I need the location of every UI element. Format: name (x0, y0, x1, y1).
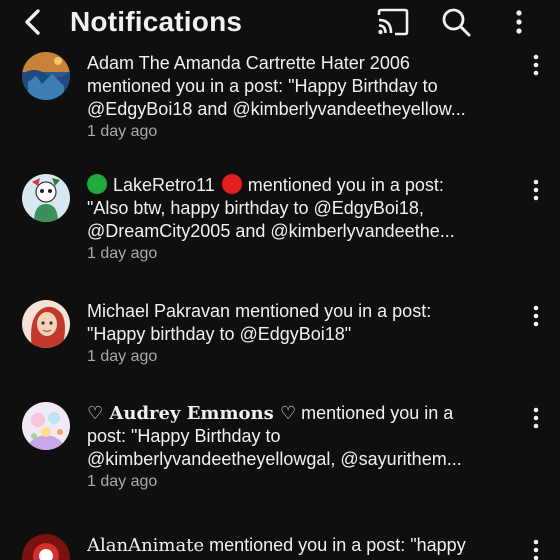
notification-line: ♡ Audrey Emmons ♡ mentioned you in a (87, 402, 517, 425)
notification-line: @EdgyBoi18 and @kimberlyvandeetheyellow.… (87, 99, 466, 119)
more-vert-icon[interactable] (503, 6, 535, 38)
notification-line: Adam The Amanda Cartrette Hater 2006 (87, 53, 410, 73)
more-vert-icon[interactable] (526, 53, 546, 77)
notification-text: ♡ Audrey Emmons ♡ mentioned you in a pos… (87, 402, 527, 492)
more-vert-icon[interactable] (526, 304, 546, 328)
notification-line: @kimberlyvandeetheyellowgal, @sayurithem… (87, 449, 462, 469)
notification-action: mentioned you in a post: "happy (204, 535, 466, 555)
notification-item[interactable]: LakeRetro11 mentioned you in a post: "Al… (0, 174, 560, 284)
avatar[interactable] (22, 402, 70, 450)
notification-text: LakeRetro11 mentioned you in a post: "Al… (87, 174, 527, 264)
notification-author: ♡ Audrey Emmons ♡ (87, 403, 297, 424)
back-arrow-icon[interactable] (18, 6, 50, 38)
notification-item[interactable]: ♡ Audrey Emmons ♡ mentioned you in a pos… (0, 402, 560, 512)
notification-line: post: "Happy Birthday to (87, 426, 281, 446)
avatar[interactable] (22, 534, 70, 560)
notification-item[interactable]: Adam The Amanda Cartrette Hater 2006 men… (0, 48, 560, 158)
notification-line: mentioned you in a post: "Happy Birthday… (87, 76, 438, 96)
green-circle-icon (87, 174, 107, 194)
notification-item[interactable]: Michael Pakravan mentioned you in a post… (0, 300, 560, 390)
more-vert-icon[interactable] (526, 538, 546, 560)
cast-icon[interactable] (376, 6, 409, 38)
search-icon[interactable] (440, 6, 472, 38)
notification-line: "Also btw, happy birthday to @EdgyBoi18, (87, 198, 424, 218)
notification-line: @DreamCity2005 and @kimberlyvandeethe... (87, 221, 455, 241)
notification-item[interactable]: AlanAnimate mentioned you in a post: "ha… (0, 534, 560, 560)
notification-author: AlanAnimate (87, 535, 205, 556)
notification-author: LakeRetro11 (113, 175, 215, 195)
app-bar: Notifications (0, 0, 560, 44)
notification-line: Michael Pakravan mentioned you in a post… (87, 301, 432, 321)
notification-action: mentioned you in a (296, 403, 454, 423)
notification-timestamp: 1 day ago (87, 348, 158, 365)
avatar[interactable] (22, 174, 70, 222)
red-circle-icon (221, 174, 242, 194)
notification-action: mentioned you in a post: (247, 175, 444, 195)
notification-text: Adam The Amanda Cartrette Hater 2006 men… (87, 52, 527, 142)
more-vert-icon[interactable] (526, 178, 546, 202)
notification-line: "Happy birthday to @EdgyBoi18" (87, 324, 352, 344)
notification-text: Michael Pakravan mentioned you in a post… (87, 300, 527, 367)
avatar[interactable] (22, 52, 70, 100)
page-title: Notifications (70, 6, 243, 37)
notification-timestamp: 1 day ago (87, 123, 158, 140)
notification-timestamp: 1 day ago (87, 473, 158, 490)
avatar[interactable] (22, 300, 70, 348)
notification-text: AlanAnimate mentioned you in a post: "ha… (87, 534, 527, 557)
notification-line: LakeRetro11 mentioned you in a post: (87, 174, 517, 197)
notification-timestamp: 1 day ago (87, 245, 158, 262)
notification-line: AlanAnimate mentioned you in a post: "ha… (87, 534, 517, 557)
more-vert-icon[interactable] (526, 406, 546, 430)
